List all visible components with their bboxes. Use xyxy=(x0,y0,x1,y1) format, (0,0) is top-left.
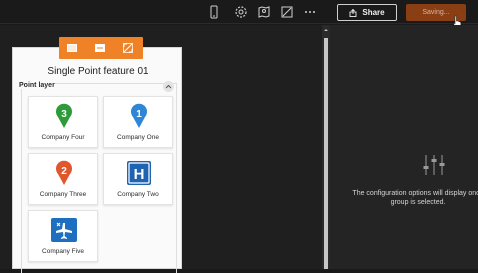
more-icon[interactable] xyxy=(303,5,317,19)
green-pin-icon: 3 xyxy=(56,103,72,128)
airport-icon xyxy=(51,218,77,242)
share-label: Share xyxy=(362,8,385,17)
share-button[interactable]: Share xyxy=(337,4,397,21)
layout-list-icon[interactable] xyxy=(94,42,106,54)
message-line-1: The configuration options will display o… xyxy=(352,190,478,197)
chevron-up-icon xyxy=(165,84,172,89)
floating-toolbar xyxy=(59,37,143,59)
sliders-icon xyxy=(423,155,445,175)
list-item-company-four[interactable]: 3 Company Four xyxy=(28,96,98,148)
point-feature-card[interactable]: Single Point feature 01 Point layer 3 Co… xyxy=(12,47,182,273)
card-title: Single Point feature 01 xyxy=(47,66,149,77)
svg-text:3: 3 xyxy=(61,109,67,120)
item-label: Company Two xyxy=(117,191,159,198)
item-label: Company Four xyxy=(41,134,85,141)
svg-text:1: 1 xyxy=(136,109,142,120)
map-settings-icon[interactable] xyxy=(257,5,271,19)
svg-text:2: 2 xyxy=(61,166,67,177)
saving-label: Saving... xyxy=(422,9,450,16)
hospital-icon: H xyxy=(127,161,151,185)
red-pin-icon: 2 xyxy=(56,160,72,185)
layout-card-icon[interactable] xyxy=(66,42,78,54)
item-label: Company Three xyxy=(39,191,87,198)
list-item-company-one[interactable]: 1 Company One xyxy=(103,96,173,148)
image-edit-icon[interactable] xyxy=(280,5,294,19)
blue-pin-icon: 1 xyxy=(131,103,147,128)
list-item-company-three[interactable]: 2 Company Three xyxy=(28,153,98,205)
mobile-preview-icon[interactable] xyxy=(207,5,221,19)
top-toolbar: Share Saving... xyxy=(0,0,478,28)
list-item-company-five[interactable]: Company Five xyxy=(28,210,98,262)
collapse-button[interactable] xyxy=(163,81,174,92)
item-label: Company One xyxy=(117,134,159,141)
item-label: Company Five xyxy=(42,248,84,255)
share-icon xyxy=(349,8,357,17)
scrollbar-thumb[interactable] xyxy=(324,38,328,269)
section-label: Point layer xyxy=(19,82,55,89)
panel-empty-message: The configuration options will display o… xyxy=(344,189,478,207)
message-line-2: group is selected. xyxy=(390,199,446,206)
svg-text:H: H xyxy=(134,166,145,183)
expand-icon[interactable] xyxy=(122,42,134,54)
configuration-panel xyxy=(330,25,478,269)
scroll-up-arrow-icon[interactable] xyxy=(322,26,330,34)
gear-icon[interactable] xyxy=(234,5,248,19)
list-item-company-two[interactable]: H Company Two xyxy=(103,153,173,205)
